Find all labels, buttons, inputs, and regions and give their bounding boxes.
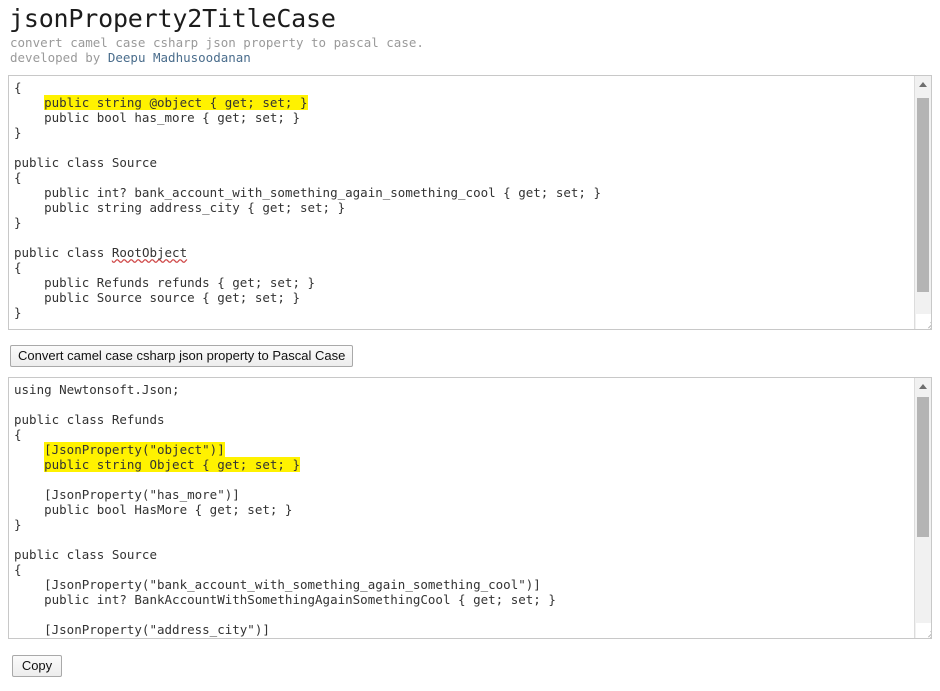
code-text: } bbox=[14, 305, 22, 320]
code-text: public int? BankAccountWithSomethingAgai… bbox=[14, 592, 556, 607]
code-text: } bbox=[14, 125, 22, 140]
developer-credit: developed by Deepu Madhusoodanan bbox=[10, 51, 940, 65]
code-text: public class Source bbox=[14, 155, 157, 170]
code-text: public string address_city { get; set; } bbox=[14, 200, 346, 215]
code-line: public class Refunds bbox=[14, 412, 914, 427]
code-line: } bbox=[14, 215, 914, 230]
code-line: { bbox=[14, 260, 914, 275]
input-code-content[interactable]: { public string @object { get; set; } pu… bbox=[9, 76, 914, 329]
input-scrollbar[interactable] bbox=[914, 76, 931, 329]
code-text: public class Source bbox=[14, 547, 157, 562]
code-line: } bbox=[14, 517, 914, 532]
code-line: public string @object { get; set; } bbox=[14, 95, 914, 110]
code-line: public int? BankAccountWithSomethingAgai… bbox=[14, 592, 914, 607]
code-line: public class Source bbox=[14, 155, 914, 170]
convert-button[interactable]: Convert camel case csharp json property … bbox=[10, 345, 354, 367]
output-scroll-thumb[interactable] bbox=[917, 397, 929, 537]
code-line: } bbox=[14, 125, 914, 140]
code-line: [JsonProperty("bank_account_with_somethi… bbox=[14, 577, 914, 592]
code-text: [JsonProperty("address_city")] bbox=[14, 622, 270, 637]
code-text: public bool has_more { get; set; } bbox=[14, 110, 300, 125]
code-line: { bbox=[14, 562, 914, 577]
code-line: [JsonProperty("has_more")] bbox=[14, 487, 914, 502]
code-text: public bool HasMore { get; set; } bbox=[14, 502, 293, 517]
code-line: public class Source bbox=[14, 547, 914, 562]
highlighted-code: public string Object { get; set; } bbox=[44, 457, 300, 472]
code-line: { bbox=[14, 80, 914, 95]
code-text: { bbox=[14, 260, 22, 275]
code-line: public Refunds refunds { get; set; } bbox=[14, 275, 914, 290]
code-line: public bool has_more { get; set; } bbox=[14, 110, 914, 125]
code-text: public Source source { get; set; } bbox=[14, 290, 300, 305]
output-resize-grip[interactable] bbox=[916, 623, 931, 638]
code-line: public string address_city { get; set; } bbox=[14, 200, 914, 215]
code-text: public class bbox=[14, 245, 112, 260]
code-text: { bbox=[14, 562, 22, 577]
code-text: public Refunds refunds { get; set; } bbox=[14, 275, 316, 290]
output-code-content[interactable]: using Newtonsoft.Json; public class Refu… bbox=[9, 378, 914, 638]
scroll-up-arrow-icon[interactable] bbox=[915, 378, 931, 395]
code-text: } bbox=[14, 517, 22, 532]
highlighted-code: public string @object { get; set; } bbox=[44, 95, 308, 110]
output-scrollbar[interactable] bbox=[914, 378, 931, 638]
code-line: public class RootObject bbox=[14, 245, 914, 260]
spellcheck-underlined-word: RootObject bbox=[111, 245, 188, 260]
page-title: jsonProperty2TitleCase bbox=[9, 4, 336, 33]
output-code-textarea[interactable]: using Newtonsoft.Json; public class Refu… bbox=[8, 377, 932, 639]
code-text: { bbox=[14, 80, 22, 95]
code-line: [JsonProperty("address_city")] bbox=[14, 622, 914, 637]
code-text: { bbox=[14, 427, 22, 442]
code-line: [JsonProperty("object")] bbox=[14, 442, 914, 457]
input-resize-grip[interactable] bbox=[916, 314, 931, 329]
code-line: public Source source { get; set; } bbox=[14, 290, 914, 305]
code-text: } bbox=[14, 215, 22, 230]
highlighted-code: [JsonProperty("object")] bbox=[44, 442, 225, 457]
code-line: public int? bank_account_with_something_… bbox=[14, 185, 914, 200]
code-text: public int? bank_account_with_something_… bbox=[14, 185, 601, 200]
code-text: using Newtonsoft.Json; bbox=[14, 382, 180, 397]
code-text: public class Refunds bbox=[14, 412, 165, 427]
code-line: using Newtonsoft.Json; bbox=[14, 382, 914, 397]
page-header: jsonProperty2TitleCase convert camel cas… bbox=[0, 0, 940, 65]
credit-prefix: developed by bbox=[10, 50, 108, 65]
code-text: [JsonProperty("bank_account_with_somethi… bbox=[14, 577, 541, 592]
scroll-up-arrow-icon[interactable] bbox=[915, 76, 931, 93]
code-line: { bbox=[14, 427, 914, 442]
author-link[interactable]: Deepu Madhusoodanan bbox=[108, 50, 251, 65]
copy-button[interactable]: Copy bbox=[12, 655, 62, 677]
input-scroll-thumb[interactable] bbox=[917, 98, 929, 292]
code-text: [JsonProperty("has_more")] bbox=[14, 487, 240, 502]
input-code-textarea[interactable]: { public string @object { get; set; } pu… bbox=[8, 75, 932, 330]
code-line: public string Object { get; set; } bbox=[14, 457, 914, 472]
code-text: { bbox=[14, 170, 22, 185]
code-line: { bbox=[14, 170, 914, 185]
code-line: } bbox=[14, 305, 914, 320]
page-tagline: convert camel case csharp json property … bbox=[10, 35, 424, 50]
app-page: jsonProperty2TitleCase convert camel cas… bbox=[0, 0, 940, 691]
code-line: public bool HasMore { get; set; } bbox=[14, 502, 914, 517]
